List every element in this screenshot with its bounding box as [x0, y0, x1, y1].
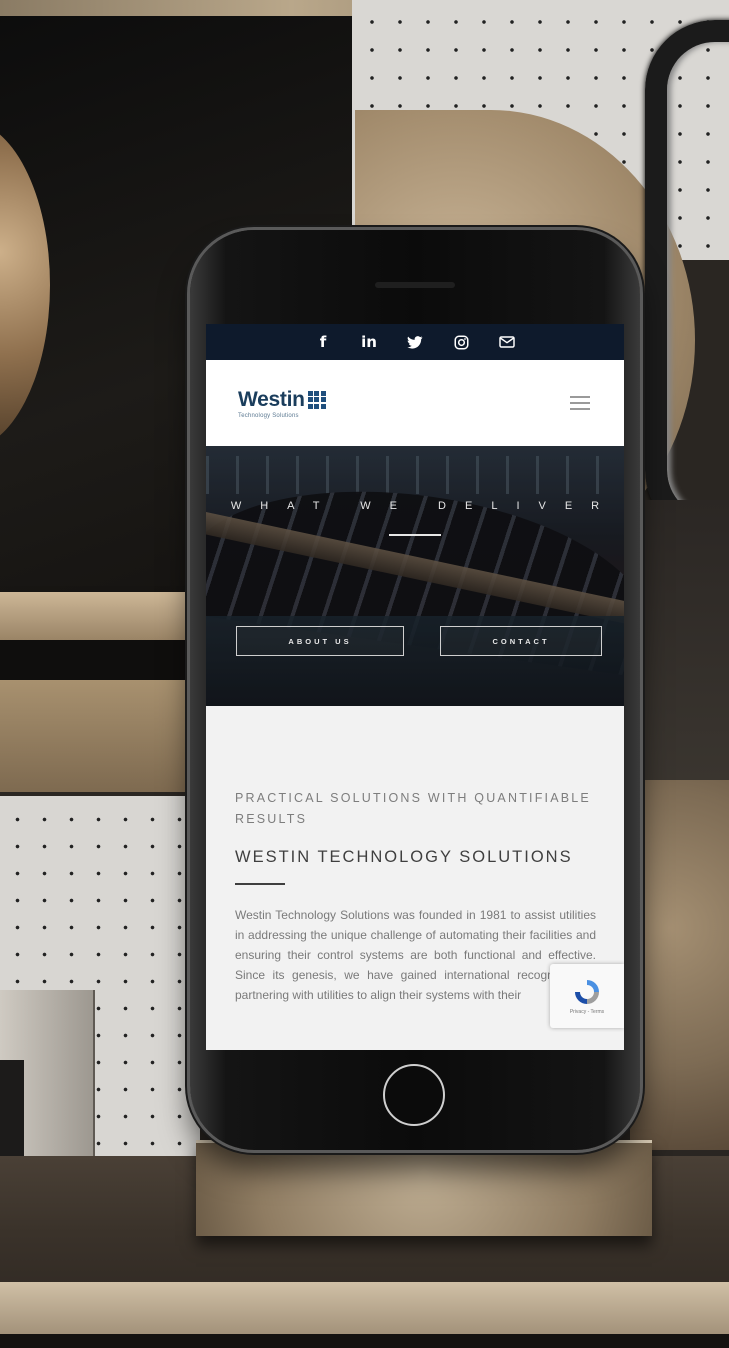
background-floor-slab [0, 1282, 729, 1334]
section-eyebrow: PRACTICAL SOLUTIONS WITH QUANTIFIABLE RE… [235, 791, 591, 826]
phone-plinth [196, 1140, 652, 1236]
recaptcha-icon [575, 980, 599, 1004]
background-right-dark [640, 500, 729, 800]
twitter-icon[interactable] [403, 335, 427, 349]
logo-tagline: Technology Solutions [238, 412, 299, 419]
logo-grid-icon [307, 390, 326, 409]
about-us-button[interactable]: ABOUT US [236, 626, 404, 656]
linkedin-icon[interactable]: in [357, 333, 381, 351]
recaptcha-terms[interactable]: Privacy - Terms [570, 1009, 604, 1015]
background-chrome-tube [645, 20, 729, 540]
westin-logo[interactable]: Westin Technology Solutions [238, 388, 326, 419]
phone-home-button [383, 1064, 445, 1126]
background-shelf-lower [0, 680, 200, 792]
title-divider [235, 883, 285, 885]
section-body: Westin Technology Solutions was founded … [235, 908, 596, 1002]
site-header: Westin Technology Solutions [206, 360, 624, 446]
social-bar: f in [206, 324, 624, 360]
facebook-icon[interactable]: f [311, 333, 335, 351]
background-floor-edge [0, 1334, 729, 1348]
logo-wordmark: Westin [238, 387, 305, 411]
smartphone-mockup: f in Westin Technology Solutions WHAT WE… [190, 230, 640, 1150]
hero-overlay [206, 446, 624, 706]
background-right-stone [630, 780, 729, 1150]
hero-divider [389, 534, 441, 536]
phone-speaker [375, 282, 455, 288]
hero-banner: WHAT WE DELIVER ABOUT US CONTACT [206, 446, 624, 706]
background-shelf [0, 592, 200, 640]
contact-button[interactable]: CONTACT [440, 626, 602, 656]
section-title: WESTIN TECHNOLOGY SOLUTIONS [235, 848, 573, 866]
instagram-icon[interactable] [449, 335, 473, 350]
phone-screen: f in Westin Technology Solutions WHAT WE… [206, 324, 624, 1050]
intro-section: PRACTICAL SOLUTIONS WITH QUANTIFIABLE RE… [206, 706, 624, 1005]
email-icon[interactable] [495, 336, 519, 348]
hamburger-menu-icon[interactable] [566, 392, 594, 414]
background-shelf-gap [0, 640, 200, 685]
recaptcha-badge[interactable]: Privacy - Terms [550, 964, 624, 1028]
hero-title: WHAT WE DELIVER [230, 500, 619, 512]
